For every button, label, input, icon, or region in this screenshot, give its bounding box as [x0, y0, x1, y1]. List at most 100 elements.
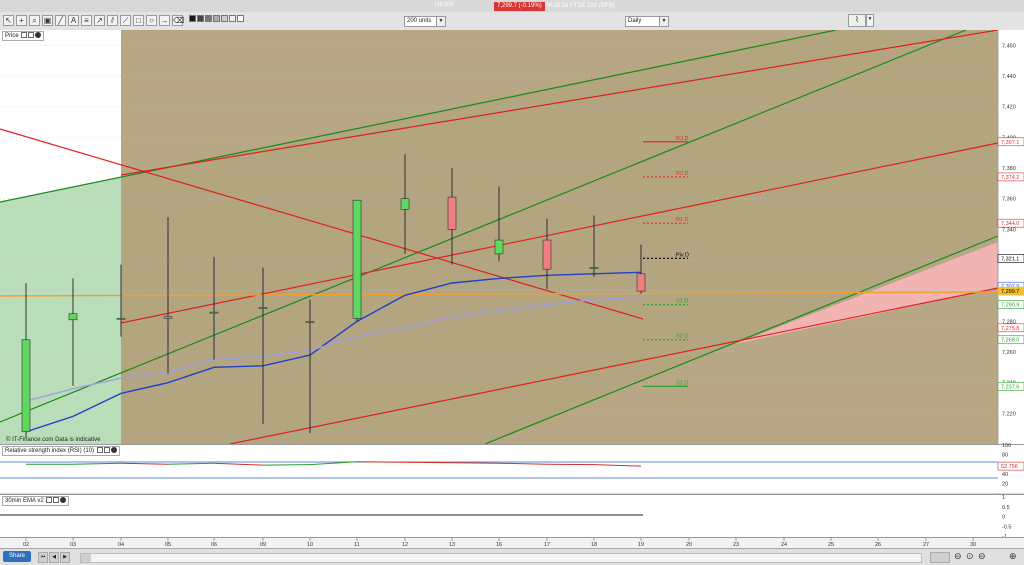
color-swatch-white[interactable] [237, 15, 244, 22]
quote-badge: 7,299.7 (-0.19%) [494, 2, 545, 11]
horizontal-scrollbar[interactable] [80, 553, 922, 563]
price-panel-label: Price [5, 33, 19, 39]
trend-tool-icon[interactable]: ⟋ [120, 15, 131, 26]
settings-icon[interactable] [97, 447, 103, 453]
zoom-in-icon[interactable]: ⊕ [1009, 551, 1019, 561]
price-tick-label: 7,420 [1002, 105, 1016, 111]
rsi-panel-title: Relative strength index (RSI) (10) [2, 446, 120, 456]
maximize-icon[interactable] [28, 32, 34, 38]
scroll-first-icon[interactable]: ⏮ [38, 552, 48, 563]
watermark: © IT-Finance.com Data is indicative [6, 436, 101, 443]
candle-body [495, 240, 503, 254]
title-bar: UK100 7,299.7 (-0.19%) 09:28:26 FTSE 100… [0, 0, 1024, 12]
price-marker-label: 7,290.9 [1001, 303, 1019, 309]
interval-select-value: Daily [628, 18, 641, 24]
erase-tool-icon[interactable]: ⌫ [172, 15, 183, 26]
bottom-bar: Share ⏮ ◀ ▶ ⊖ ⊙ ⊖ ⊕ [0, 548, 1024, 565]
chevron-down-icon: ▼ [436, 17, 445, 26]
price-panel: R3 DR2 DR1 DPiv DS1 DS2 DS3 D © IT-Finan… [0, 30, 998, 444]
units-select-value: 200 units [407, 18, 431, 24]
price-marker-label: 7,321.1 [1001, 256, 1019, 262]
candle-body [306, 321, 314, 322]
pointer-tool-icon[interactable]: ↖ [3, 15, 14, 26]
share-button[interactable]: Share [3, 551, 31, 562]
chevron-down-icon: ▼ [659, 17, 668, 26]
pivot-label: S3 D [676, 380, 688, 386]
zoom-tool-icon[interactable]: ⌕ [29, 15, 40, 26]
settings-icon[interactable] [46, 497, 52, 503]
close-icon[interactable] [60, 497, 66, 503]
fibonacci-tool-icon[interactable]: ≡ [81, 15, 92, 26]
scroll-right-icon[interactable]: ▶ [60, 552, 70, 563]
rsi-panel-bg [0, 445, 998, 493]
pivot-label: R2 D [676, 171, 689, 177]
pivot-label: S1 D [676, 299, 688, 305]
chart-type-icon[interactable]: ⌇ [848, 14, 866, 27]
rsi-panel-label: Relative strength index (RSI) (10) [5, 448, 94, 454]
candle-body [210, 312, 218, 313]
pivot-label: R3 D [676, 136, 689, 142]
ema-panel-title: 30min EMA v2 [2, 496, 69, 506]
rsi-marker-label: 52.756 [1001, 464, 1018, 470]
zoom-out-icon[interactable]: ⊖ [954, 551, 964, 561]
pivot-label: S2 D [676, 334, 688, 340]
zoom-reset-icon[interactable]: ⊙ [966, 551, 976, 561]
price-tick-label: 7,220 [1002, 411, 1016, 417]
maximize-icon[interactable] [104, 447, 110, 453]
crosshair-tool-icon[interactable]: + [16, 15, 27, 26]
price-marker-label: 7,344.0 [1001, 221, 1019, 227]
color-swatch-dark-grey[interactable] [197, 15, 204, 22]
window-title: UK100 [435, 2, 453, 8]
price-tick-label: 7,260 [1002, 350, 1016, 356]
ray-tool-icon[interactable]: → [159, 15, 170, 26]
chart-type-chevron-icon[interactable]: ▼ [866, 14, 874, 27]
scrollbar-thumb[interactable] [81, 554, 91, 562]
ellipse-tool-icon[interactable]: ○ [146, 15, 157, 26]
close-icon[interactable] [35, 32, 41, 38]
channel-tool-icon[interactable]: ⫽ [107, 15, 118, 26]
quote-time: 09:28:26 FTSE 100 (DFB) [545, 2, 615, 11]
line-tool-icon[interactable]: ╱ [55, 15, 66, 26]
zoom-out-alt-icon[interactable]: ⊖ [978, 551, 988, 561]
rsi-tick-label: 80 [1002, 453, 1008, 459]
settings-icon[interactable] [21, 32, 27, 38]
close-icon[interactable] [111, 447, 117, 453]
color-swatch-grey[interactable] [205, 15, 212, 22]
price-tick-label: 7,360 [1002, 197, 1016, 203]
candle-body [401, 199, 409, 210]
color-swatch-black[interactable] [189, 15, 196, 22]
color-swatch-mid-grey[interactable] [213, 15, 220, 22]
maximize-icon[interactable] [53, 497, 59, 503]
share-label: Share [9, 553, 25, 559]
brown-box-fill [121, 30, 998, 444]
zoom-slider[interactable] [930, 552, 950, 563]
color-swatch-light-grey[interactable] [221, 15, 228, 22]
scroll-left-icon[interactable]: ◀ [49, 552, 59, 563]
text-tool-icon[interactable]: A [68, 15, 79, 26]
candle-body [543, 240, 551, 269]
candle-body [637, 274, 645, 291]
drawing-toolbar: ↖ + ⌕ ▣ ╱ A ≡ ↗ ⫽ ⟋ □ ○ → ⌫ 200 units ▼ … [0, 12, 1024, 31]
pivot-label: R1 D [676, 217, 689, 223]
ema-tick-label: 1 [1002, 495, 1005, 501]
rsi-tick-label: 40 [1002, 472, 1008, 478]
chart-area[interactable]: R3 DR2 DR1 DPiv DS1 DS2 DS3 D © IT-Finan… [0, 30, 1024, 548]
interval-select[interactable]: Daily ▼ [625, 16, 669, 27]
ema-tick-label: 0 [1002, 515, 1005, 521]
candle-body [590, 268, 598, 269]
price-marker-label: 7,299.7 [1001, 289, 1019, 295]
candle-body [117, 318, 125, 319]
rectangle-tool-icon[interactable]: □ [133, 15, 144, 26]
price-marker-label: 7,397.1 [1001, 140, 1019, 146]
candle-body [22, 340, 30, 432]
rsi-tick-label: 20 [1002, 481, 1008, 487]
arrow-tool-icon[interactable]: ↗ [94, 15, 105, 26]
ema-tick-label: 0.5 [1002, 505, 1010, 511]
units-select[interactable]: 200 units ▼ [404, 16, 446, 27]
price-marker-label: 7,268.0 [1001, 338, 1019, 344]
crop-tool-icon[interactable]: ▣ [42, 15, 53, 26]
color-swatch-lighter-grey[interactable] [229, 15, 236, 22]
candle-body [259, 308, 267, 309]
price-marker-label: 7,374.2 [1001, 175, 1019, 181]
candle-body [69, 314, 77, 320]
